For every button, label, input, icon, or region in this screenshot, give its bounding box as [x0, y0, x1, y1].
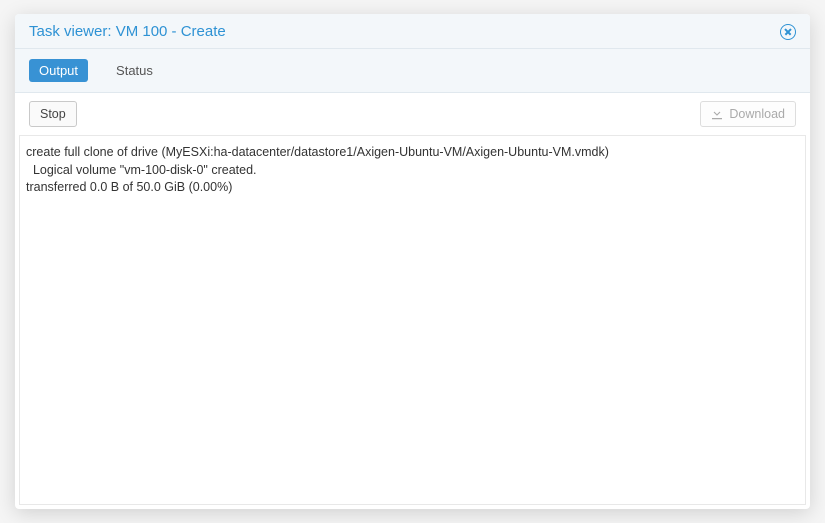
dialog-title: Task viewer: VM 100 - Create: [29, 23, 226, 40]
dialog-header: Task viewer: VM 100 - Create: [15, 14, 810, 49]
tab-status[interactable]: Status: [106, 59, 163, 82]
download-icon: [711, 108, 723, 120]
tab-bar: Output Status: [15, 49, 810, 93]
toolbar: Stop Download: [19, 93, 806, 136]
output-log[interactable]: create full clone of drive (MyESXi:ha-da…: [19, 136, 806, 505]
tab-output[interactable]: Output: [29, 59, 88, 82]
stop-button[interactable]: Stop: [29, 101, 77, 127]
close-icon[interactable]: [780, 24, 796, 40]
task-viewer-dialog: Task viewer: VM 100 - Create Output Stat…: [15, 14, 810, 509]
download-button-label: Download: [729, 107, 785, 121]
download-button[interactable]: Download: [700, 101, 796, 127]
